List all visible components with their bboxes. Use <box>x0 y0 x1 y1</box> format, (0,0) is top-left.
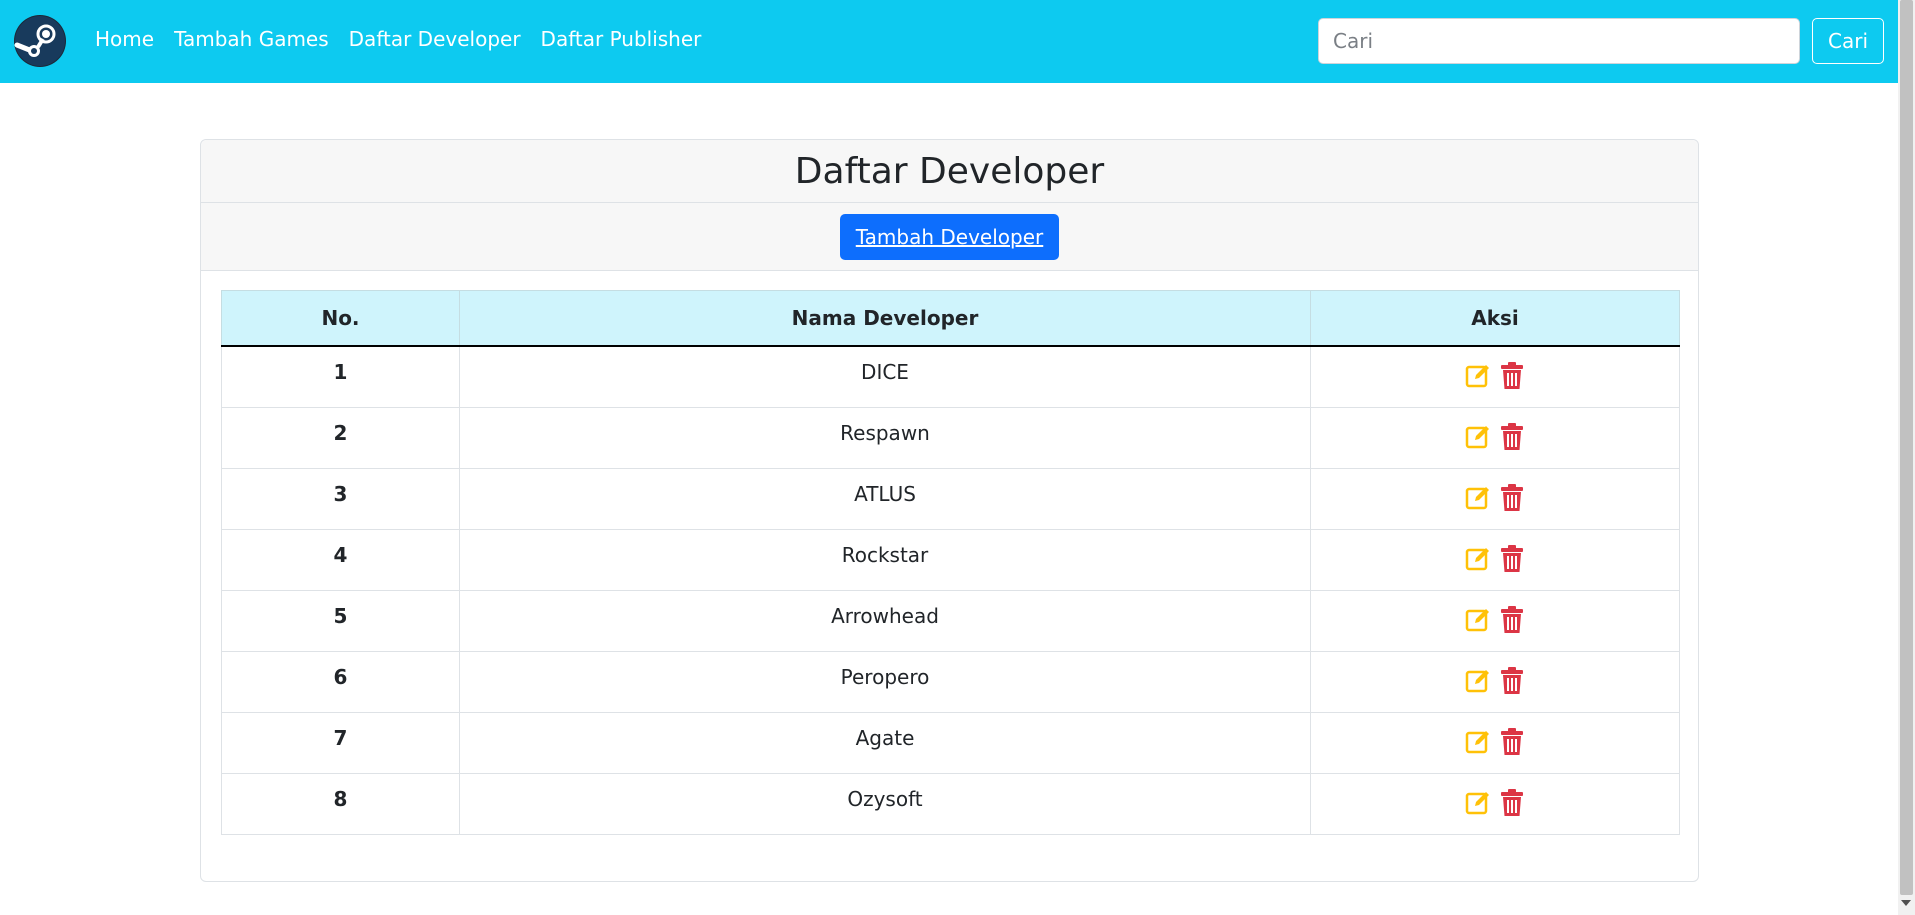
add-developer-button[interactable]: Tambah Developer <box>839 213 1060 260</box>
scroll-down-arrow-icon[interactable] <box>1901 900 1911 906</box>
table-row: 6 Peropero <box>221 650 1680 713</box>
row-actions <box>1310 772 1680 835</box>
steam-logo-icon[interactable] <box>14 15 66 67</box>
trash-icon[interactable] <box>1499 788 1525 817</box>
edit-icon[interactable] <box>1465 728 1491 756</box>
nav-link-daftar-publisher[interactable]: Daftar Publisher <box>541 27 702 51</box>
table-row: 4 Rockstar <box>221 528 1680 591</box>
trash-icon[interactable] <box>1499 605 1525 634</box>
trash-icon[interactable] <box>1499 422 1525 451</box>
developer-name: ATLUS <box>459 467 1311 530</box>
developer-name: DICE <box>459 345 1311 408</box>
developer-table: No. Nama Developer Aksi 1 DICE 2 Respawn 3 AT… <box>221 290 1680 835</box>
developer-name: Respawn <box>459 406 1311 469</box>
table-body: 1 DICE 2 Respawn 3 ATLUS 4 Rockstar 5 Arrowhead 6 P… <box>221 345 1680 835</box>
row-actions <box>1310 345 1680 408</box>
scrollbar-thumb[interactable] <box>1900 0 1913 895</box>
navbar: Home Tambah Games Daftar Developer Dafta… <box>0 0 1898 83</box>
row-number: 4 <box>221 528 460 591</box>
edit-icon[interactable] <box>1465 606 1491 634</box>
edit-icon[interactable] <box>1465 484 1491 512</box>
card-toolbar: Tambah Developer <box>201 203 1698 271</box>
row-actions <box>1310 650 1680 713</box>
edit-icon[interactable] <box>1465 362 1491 390</box>
search-button[interactable]: Cari <box>1812 18 1884 64</box>
row-number: 3 <box>221 467 460 530</box>
row-actions <box>1310 589 1680 652</box>
table-row: 5 Arrowhead <box>221 589 1680 652</box>
row-number: 6 <box>221 650 460 713</box>
column-header-name: Nama Developer <box>459 290 1311 347</box>
trash-icon[interactable] <box>1499 362 1525 390</box>
trash-icon[interactable] <box>1499 666 1525 695</box>
row-number: 1 <box>221 345 460 408</box>
trash-icon[interactable] <box>1499 727 1525 756</box>
developer-name: Ozysoft <box>459 772 1311 835</box>
row-actions <box>1310 711 1680 774</box>
developer-name: Arrowhead <box>459 589 1311 652</box>
developer-card: Daftar Developer Tambah Developer No. Na… <box>200 139 1699 882</box>
developer-name: Agate <box>459 711 1311 774</box>
row-actions <box>1310 528 1680 591</box>
nav-link-daftar-developer[interactable]: Daftar Developer <box>349 27 521 51</box>
row-actions <box>1310 467 1680 530</box>
table-row: 7 Agate <box>221 711 1680 774</box>
page-title: Daftar Developer <box>794 150 1105 192</box>
developer-name: Rockstar <box>459 528 1311 591</box>
row-number: 7 <box>221 711 460 774</box>
table-row: 3 ATLUS <box>221 467 1680 530</box>
developer-name: Peropero <box>459 650 1311 713</box>
column-header-no: No. <box>221 290 460 347</box>
edit-icon[interactable] <box>1465 545 1491 573</box>
search-input[interactable] <box>1318 18 1800 64</box>
nav-link-home[interactable]: Home <box>95 27 154 51</box>
row-number: 5 <box>221 589 460 652</box>
table-row: 2 Respawn <box>221 406 1680 469</box>
card-header: Daftar Developer <box>201 140 1698 203</box>
nav-links: Home Tambah Games Daftar Developer Dafta… <box>95 27 701 51</box>
trash-icon[interactable] <box>1499 544 1525 573</box>
edit-icon[interactable] <box>1465 667 1491 695</box>
edit-icon[interactable] <box>1465 423 1491 451</box>
nav-link-tambah-games[interactable]: Tambah Games <box>174 27 329 51</box>
edit-icon[interactable] <box>1465 789 1491 817</box>
row-number: 8 <box>221 772 460 835</box>
table-row: 1 DICE <box>221 345 1680 408</box>
column-header-actions: Aksi <box>1310 290 1680 347</box>
table-header-row: No. Nama Developer Aksi <box>221 290 1680 347</box>
row-number: 2 <box>221 406 460 469</box>
table-row: 8 Ozysoft <box>221 772 1680 835</box>
trash-icon[interactable] <box>1499 483 1525 512</box>
row-actions <box>1310 406 1680 469</box>
